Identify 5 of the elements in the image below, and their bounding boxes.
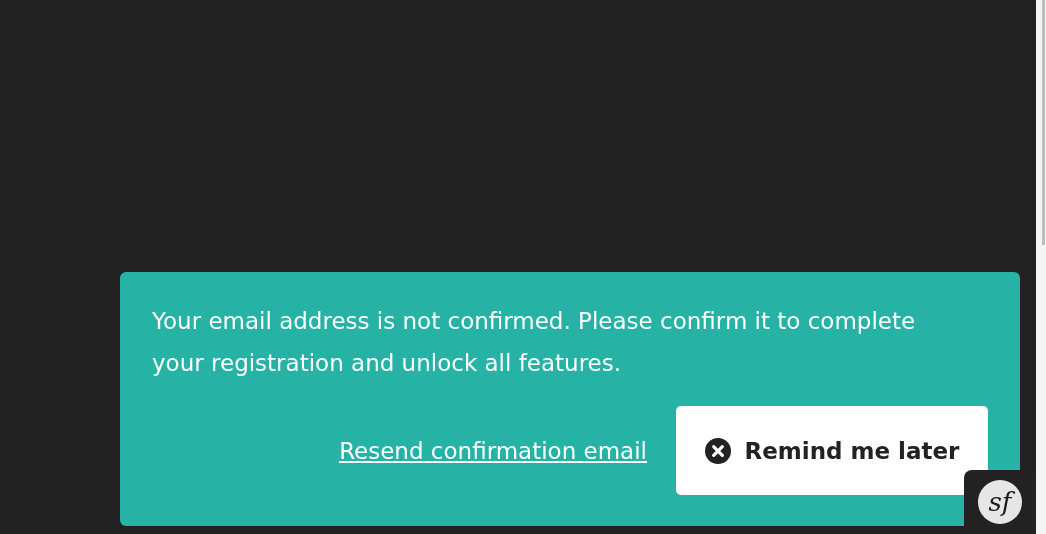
- scrollbar[interactable]: [1036, 0, 1046, 534]
- close-icon: [704, 437, 731, 464]
- notice-message: Your email address is not confirmed. Please confirm it to complete your registration and unlock all features.: [152, 307, 917, 378]
- toolbar-logo[interactable]: sf: [978, 480, 1022, 524]
- remind-later-button[interactable]: Remind me later: [676, 406, 988, 495]
